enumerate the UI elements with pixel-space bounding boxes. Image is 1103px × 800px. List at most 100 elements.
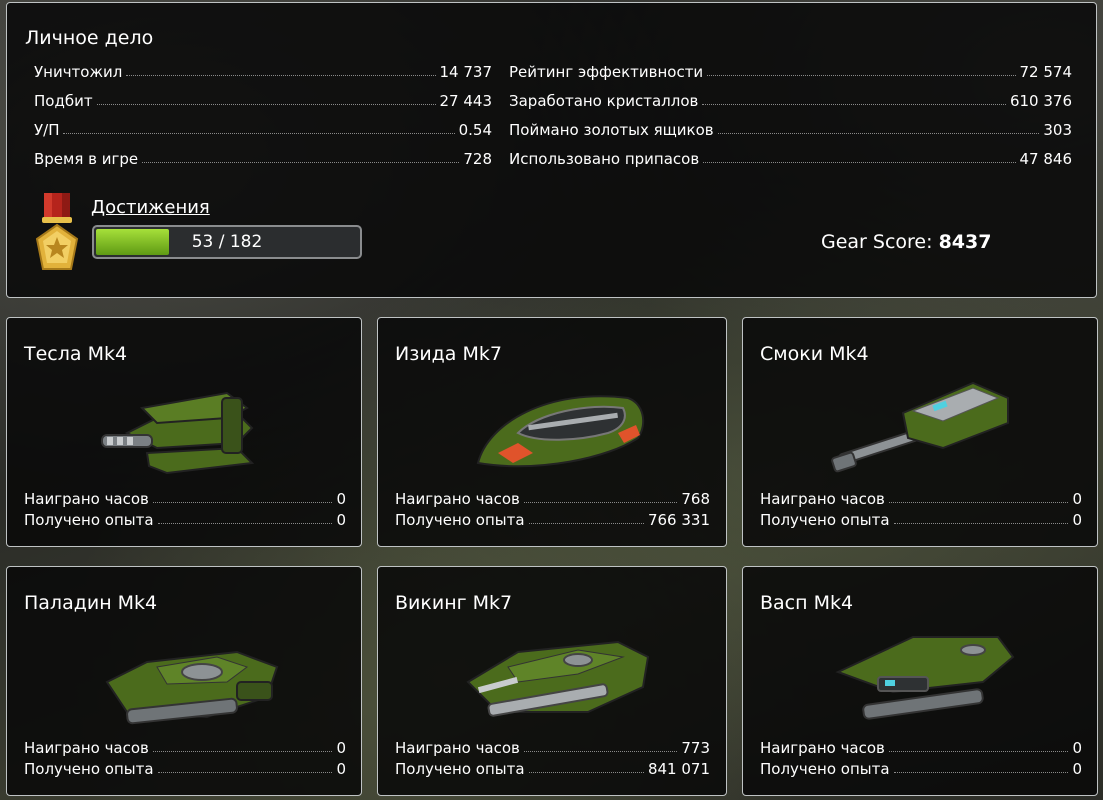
xp-row: Получено опыта 0 (760, 507, 1082, 529)
hours-value: 773 (681, 739, 710, 757)
stat-value: 610 376 (1009, 92, 1072, 110)
hours-value: 0 (1072, 490, 1082, 508)
leader-dots (126, 75, 436, 76)
xp-label: Получено опыта (395, 511, 525, 529)
stat-row-playtime: Время в игре 728 (34, 146, 492, 168)
hours-row: Наиграно часов 773 (395, 735, 710, 757)
equipment-card-viking[interactable]: Викинг Mk7 Наиграно часов 773 Получено оп… (377, 566, 727, 796)
card-title: Изида Mk7 (395, 343, 502, 365)
xp-label: Получено опыта (395, 760, 525, 778)
hours-row: Наиграно часов 0 (24, 735, 346, 757)
xp-label: Получено опыта (760, 760, 890, 778)
card-title: Тесла Mk4 (24, 343, 128, 365)
stat-value: 303 (1043, 121, 1072, 139)
paladin-hull-icon (105, 650, 279, 725)
card-title: Викинг Mk7 (395, 592, 513, 614)
viking-hull-icon (466, 640, 650, 717)
stat-value: 47 846 (1019, 150, 1073, 168)
xp-value: 0 (336, 760, 346, 778)
xp-row: Получено опыта 0 (24, 507, 346, 529)
leader-dots (893, 772, 1069, 773)
gear-score-label: Gear Score: (821, 231, 933, 253)
xp-value: 0 (336, 511, 346, 529)
gear-score-value: 8437 (938, 231, 992, 253)
stat-row-deaths: Подбит 27 443 (34, 88, 492, 110)
achievements-progress-bar: 53 / 182 (92, 225, 362, 259)
hours-value: 0 (336, 739, 346, 757)
equipment-card-isida[interactable]: Изида Mk7 Наиграно часов 768 Получено опы… (377, 317, 727, 547)
xp-row: Получено опыта 766 331 (395, 507, 710, 529)
leader-dots (707, 75, 1016, 76)
stat-label: Использовано припасов (509, 150, 700, 168)
leader-dots (523, 502, 678, 503)
equipment-card-smoky[interactable]: Смоки Mk4 Наиграно часов 0 Получено опыта… (742, 317, 1098, 547)
xp-row: Получено опыта 0 (24, 756, 346, 778)
hours-row: Наиграно часов 0 (24, 486, 346, 508)
leader-dots (152, 751, 333, 752)
medal-icon (35, 193, 79, 270)
smoky-turret-icon (831, 381, 1009, 473)
stat-row-supplies: Использовано припасов 47 846 (509, 146, 1072, 168)
xp-value: 841 071 (647, 760, 710, 778)
stat-value: 728 (463, 150, 492, 168)
hours-value: 0 (1072, 739, 1082, 757)
isida-turret-icon (476, 395, 645, 468)
leader-dots (528, 523, 644, 524)
hours-label: Наиграно часов (760, 490, 885, 508)
leader-dots (528, 772, 644, 773)
stat-value: 14 737 (439, 63, 493, 81)
stat-label: Подбит (34, 92, 93, 110)
leader-dots (702, 104, 1006, 105)
stat-label: Заработано кристаллов (509, 92, 699, 110)
hours-value: 768 (681, 490, 710, 508)
xp-value: 766 331 (647, 511, 710, 529)
stat-label: У/П (34, 121, 60, 139)
stat-row-efficiency: Рейтинг эффективности 72 574 (509, 59, 1072, 81)
card-title: Смоки Mk4 (760, 343, 869, 365)
xp-row: Получено опыта 0 (760, 756, 1082, 778)
gear-score: Gear Score: 8437 (821, 231, 991, 253)
hours-row: Наиграно часов 768 (395, 486, 710, 508)
stat-label: Уничтожил (34, 63, 123, 81)
equipment-card-paladin[interactable]: Паладин Mk4 Наиграно часов 0 Получено опы… (6, 566, 362, 796)
hours-label: Наиграно часов (395, 490, 520, 508)
card-title: Васп Mk4 (760, 592, 854, 614)
xp-value: 0 (1072, 511, 1082, 529)
stat-row-gold-boxes: Поймано золотых ящиков 303 (509, 117, 1072, 139)
profile-title: Личное дело (25, 27, 154, 49)
hours-row: Наиграно часов 0 (760, 486, 1082, 508)
leader-dots (523, 751, 678, 752)
stat-label: Рейтинг эффективности (509, 63, 704, 81)
hours-row: Наиграно часов 0 (760, 735, 1082, 757)
hours-label: Наиграно часов (395, 739, 520, 757)
xp-value: 0 (1072, 760, 1082, 778)
tesla-turret-icon (101, 391, 255, 475)
leader-dots (63, 133, 455, 134)
hours-value: 0 (336, 490, 346, 508)
leader-dots (893, 523, 1069, 524)
profile-panel: Личное дело Уничтожил 14 737 Подбит 27 443… (6, 2, 1097, 298)
hours-label: Наиграно часов (24, 739, 149, 757)
progress-text: 53 / 182 (191, 232, 263, 252)
leader-dots (152, 502, 333, 503)
card-title: Паладин Mk4 (24, 592, 158, 614)
stat-label: Время в игре (34, 150, 139, 168)
equipment-card-tesla[interactable]: Тесла Mk4 Наиграно часов 0 Получено опыта… (6, 317, 362, 547)
xp-row: Получено опыта 841 071 (395, 756, 710, 778)
xp-label: Получено опыта (760, 511, 890, 529)
hours-label: Наиграно часов (760, 739, 885, 757)
equipment-card-wasp[interactable]: Васп Mk4 Наиграно часов 0 Получено опыта 0 (742, 566, 1098, 796)
stat-value: 0.54 (458, 121, 492, 139)
stat-row-crystals: Заработано кристаллов 610 376 (509, 88, 1072, 110)
leader-dots (703, 162, 1016, 163)
stat-label: Поймано золотых ящиков (509, 121, 714, 139)
leader-dots (888, 751, 1069, 752)
xp-label: Получено опыта (24, 760, 154, 778)
leader-dots (717, 133, 1040, 134)
stat-value: 27 443 (439, 92, 493, 110)
leader-dots (888, 502, 1069, 503)
stat-value: 72 574 (1019, 63, 1073, 81)
leader-dots (96, 104, 436, 105)
stat-row-kills: Уничтожил 14 737 (34, 59, 492, 81)
achievements-link[interactable]: Достижения (91, 197, 210, 218)
